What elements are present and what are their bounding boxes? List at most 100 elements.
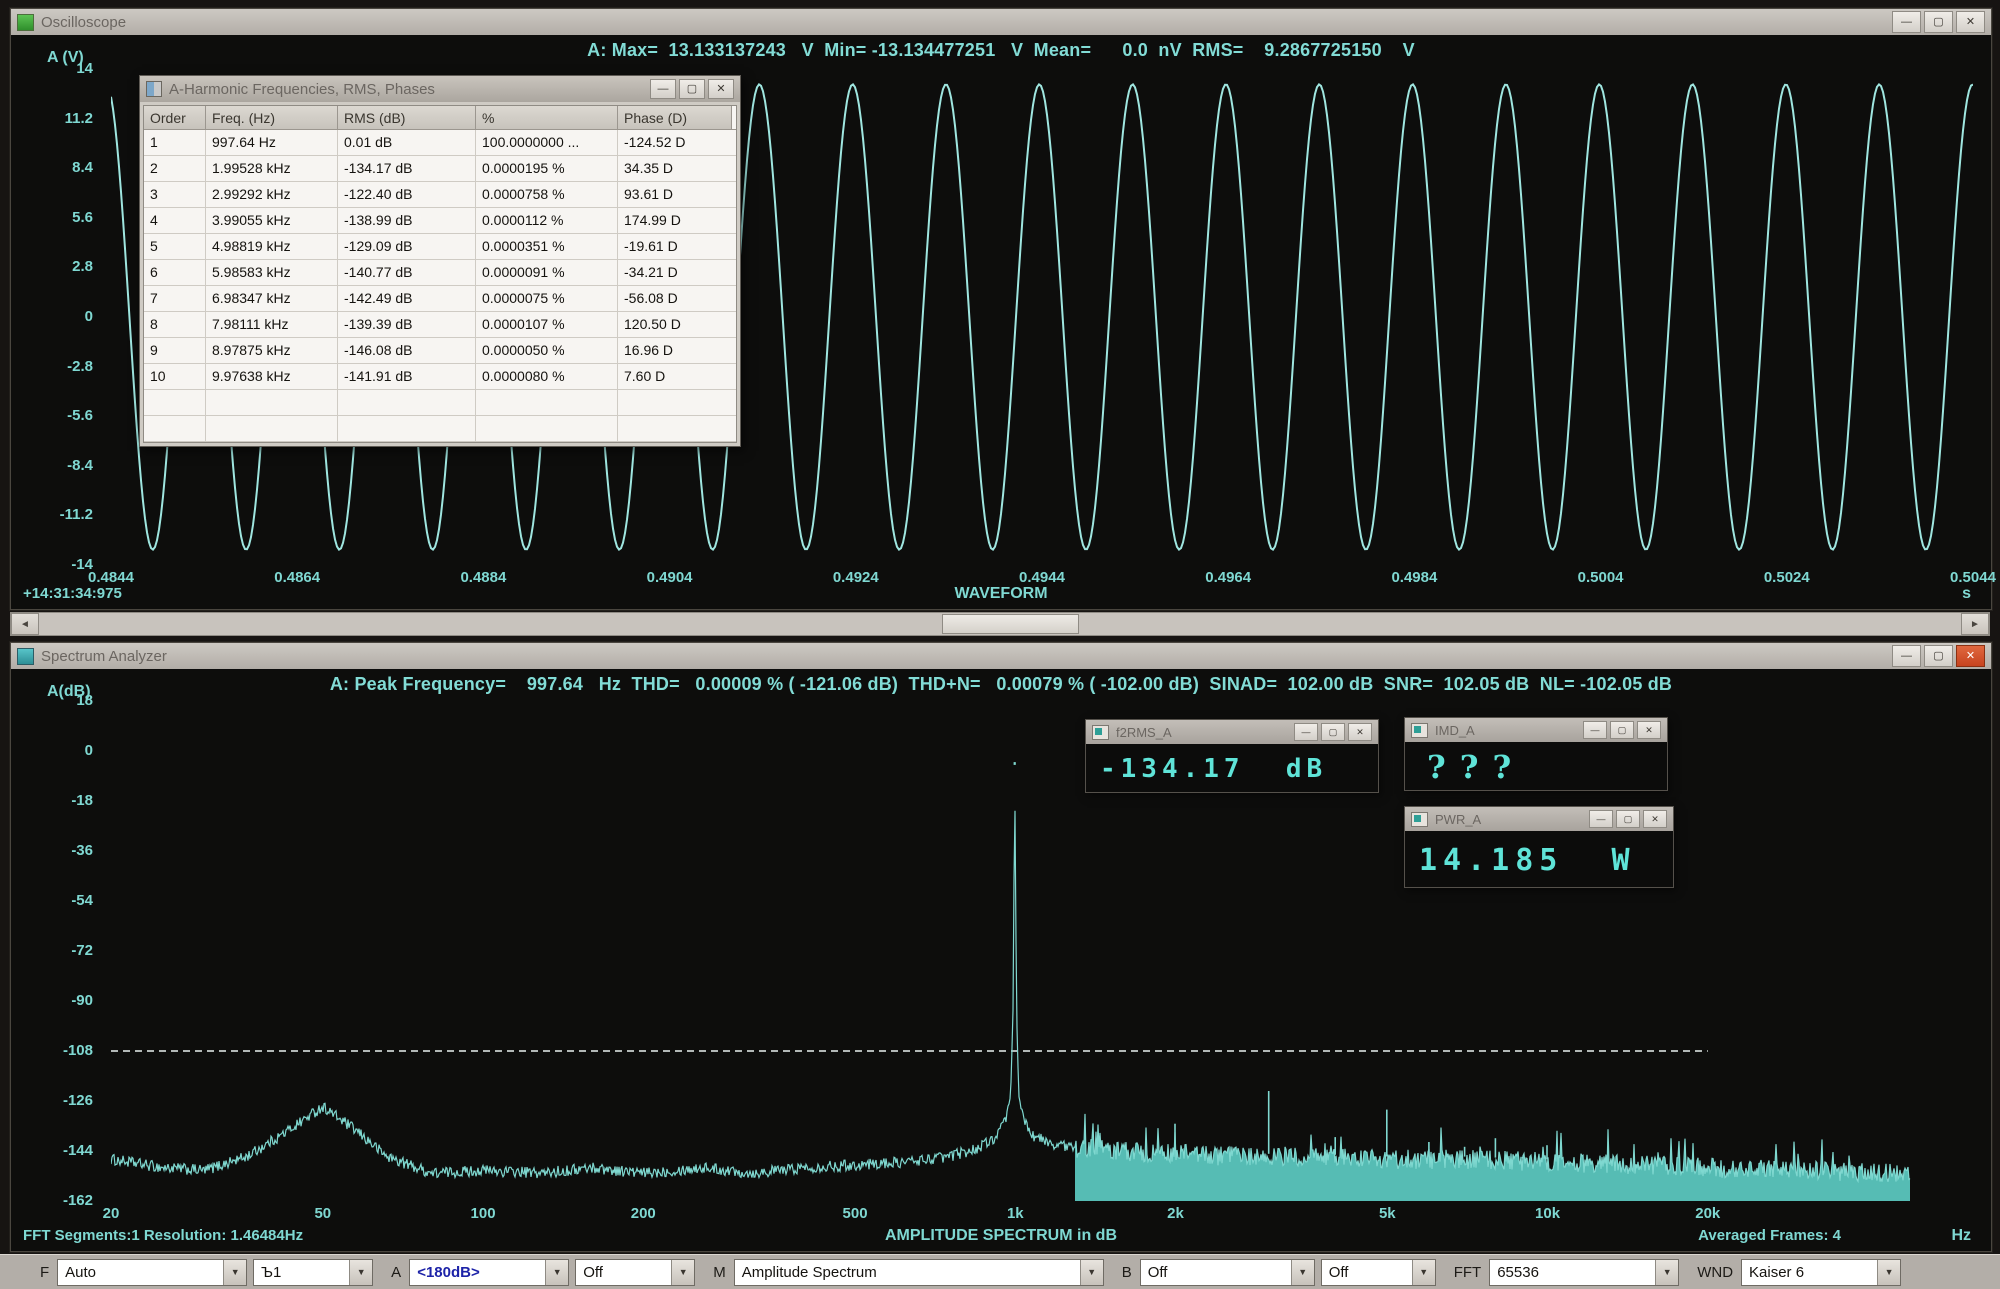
table-row[interactable]: 98.97875 kHz-146.08 dB0.0000050 %16.96 D	[144, 338, 736, 364]
y-tick-label: -36	[71, 842, 93, 859]
spectrum-close-button[interactable]: ✕	[1956, 645, 1985, 667]
x-tick-label: 0.4984	[1369, 569, 1459, 586]
maximize-button[interactable]: ▢	[1924, 11, 1953, 33]
scrollbar-thumb[interactable]	[942, 614, 1079, 634]
f2rms-minimize-button[interactable]: —	[1294, 723, 1318, 741]
spectrum-stats: A: Peak Frequency= 997.64 Hz THD= 0.0000…	[11, 669, 1991, 699]
x-tick-label: 200	[598, 1205, 688, 1222]
chevron-down-icon[interactable]: ▼	[223, 1260, 246, 1285]
spectrum-bottom-row: FFT Segments:1 Resolution: 1.46484Hz AMP…	[11, 1227, 1991, 1249]
close-button[interactable]: ✕	[1956, 11, 1985, 33]
horizontal-scrollbar[interactable]: ◄ ►	[10, 612, 1990, 636]
table-cell: 93.61 D	[618, 182, 732, 207]
amplitude-spectrum-label: AMPLITUDE SPECTRUM in dB	[11, 1227, 1991, 1245]
pwr-minimize-button[interactable]: —	[1589, 810, 1613, 828]
table-row[interactable]: 1997.64 Hz0.01 dB100.0000000 ...-124.52 …	[144, 130, 736, 156]
x-tick-label: 50	[278, 1205, 368, 1222]
display-mode-combo[interactable]: Amplitude Spectrum ▼	[734, 1259, 1104, 1286]
table-row[interactable]: 76.98347 kHz-142.49 dB0.0000075 %-56.08 …	[144, 286, 736, 312]
ddp-meter-icon	[1411, 812, 1428, 827]
table-cell	[144, 390, 206, 415]
spectrum-plot[interactable]	[111, 701, 1973, 1201]
table-row[interactable]	[144, 390, 736, 416]
table-row[interactable]: 54.98819 kHz-129.09 dB0.0000351 %-19.61 …	[144, 234, 736, 260]
pwr-maximize-button[interactable]: ▢	[1616, 810, 1640, 828]
x-tick-label: 0.4924	[811, 569, 901, 586]
chevron-down-icon[interactable]: ▼	[1877, 1260, 1900, 1285]
f2rms-titlebar[interactable]: f2RMS_A — ▢ ✕	[1086, 720, 1378, 744]
spectrum-titlebar[interactable]: Spectrum Analyzer — ▢ ✕	[11, 643, 1991, 669]
chevron-down-icon[interactable]: ▼	[1412, 1260, 1435, 1285]
screen: Oscilloscope — ▢ ✕ A: Max= 13.133137243 …	[0, 0, 2000, 1289]
imd-close-button[interactable]: ✕	[1637, 721, 1661, 739]
b-filter-combo[interactable]: Off ▼	[1321, 1259, 1436, 1286]
table-cell: 0.0000091 %	[476, 260, 618, 285]
minimize-button[interactable]: —	[1892, 11, 1921, 33]
table-row[interactable]: 109.97638 kHz-141.91 dB0.0000080 %7.60 D	[144, 364, 736, 390]
table-row[interactable]: 32.99292 kHz-122.40 dB0.0000758 %93.61 D	[144, 182, 736, 208]
chevron-down-icon[interactable]: ▼	[671, 1260, 694, 1285]
y-tick-label: -2.8	[67, 358, 93, 375]
table-cell: -122.40 dB	[338, 182, 476, 207]
oscilloscope-window: Oscilloscope — ▢ ✕ A: Max= 13.133137243 …	[10, 8, 1992, 610]
trigger-source-value: Ъ1	[254, 1264, 349, 1281]
chevron-down-icon[interactable]: ▼	[1291, 1260, 1314, 1285]
spectrum-noise-band	[1075, 1114, 1910, 1201]
table-cell	[476, 416, 618, 441]
table-row[interactable]	[144, 416, 736, 442]
fft-size-combo[interactable]: 65536 ▼	[1489, 1259, 1679, 1286]
b-filter-value: Off	[1322, 1264, 1412, 1281]
imd-titlebar[interactable]: IMD_A — ▢ ✕	[1405, 718, 1667, 742]
scroll-left-icon[interactable]: ◄	[11, 613, 39, 635]
table-cell: 0.0000080 %	[476, 364, 618, 389]
scroll-right-icon[interactable]: ►	[1961, 613, 1989, 635]
pwr-titlebar[interactable]: PWR_A — ▢ ✕	[1405, 807, 1673, 831]
table-cell: 0.0000351 %	[476, 234, 618, 259]
dialog-minimize-button[interactable]: —	[650, 79, 676, 99]
table-row[interactable]: 21.99528 kHz-134.17 dB0.0000195 %34.35 D	[144, 156, 736, 182]
trigger-source-combo[interactable]: Ъ1 ▼	[253, 1259, 373, 1286]
chevron-down-icon[interactable]: ▼	[1655, 1260, 1678, 1285]
x-tick-label: 100	[438, 1205, 528, 1222]
fft-size-value: 65536	[1490, 1264, 1655, 1281]
x-tick-label: 1k	[970, 1205, 1060, 1222]
table-row[interactable]: 43.99055 kHz-138.99 dB0.0000112 %174.99 …	[144, 208, 736, 234]
chevron-down-icon[interactable]: ▼	[545, 1260, 568, 1285]
spectrum-svg	[111, 701, 1973, 1201]
scrollbar-track[interactable]	[39, 613, 1961, 635]
imd-minimize-button[interactable]: —	[1583, 721, 1607, 739]
b-channel-combo[interactable]: Off ▼	[1140, 1259, 1315, 1286]
imd-maximize-button[interactable]: ▢	[1610, 721, 1634, 739]
x-unit-label: s	[1962, 585, 1971, 603]
table-cell: -138.99 dB	[338, 208, 476, 233]
window-function-combo[interactable]: Kaiser 6 ▼	[1741, 1259, 1901, 1286]
chevron-down-icon[interactable]: ▼	[349, 1260, 372, 1285]
spectrum-analyzer-window: Spectrum Analyzer — ▢ ✕ A: Peak Frequenc…	[10, 642, 1992, 1252]
table-cell: -141.91 dB	[338, 364, 476, 389]
dialog-maximize-button[interactable]: ▢	[679, 79, 705, 99]
table-row[interactable]: 65.98583 kHz-140.77 dB0.0000091 %-34.21 …	[144, 260, 736, 286]
dialog-close-button[interactable]: ✕	[708, 79, 734, 99]
f-mode-combo[interactable]: Auto ▼	[57, 1259, 247, 1286]
pwr-close-button[interactable]: ✕	[1643, 810, 1667, 828]
harmonics-dialog-titlebar[interactable]: A-Harmonic Frequencies, RMS, Phases — ▢ …	[140, 76, 740, 102]
a-filter-combo[interactable]: Off ▼	[575, 1259, 695, 1286]
spectrum-minimize-button[interactable]: —	[1892, 645, 1921, 667]
a-range-combo[interactable]: <180dB> ▼	[409, 1259, 569, 1286]
table-cell: -34.21 D	[618, 260, 732, 285]
f2rms-maximize-button[interactable]: ▢	[1321, 723, 1345, 741]
f2rms-close-button[interactable]: ✕	[1348, 723, 1372, 741]
y-tick-label: -90	[71, 992, 93, 1009]
chevron-down-icon[interactable]: ▼	[1080, 1260, 1103, 1285]
spectrum-y-ticks: 180-18-36-54-72-90-108-126-144-162	[11, 643, 103, 1251]
table-cell: 0.0000075 %	[476, 286, 618, 311]
table-row[interactable]: 87.98111 kHz-139.39 dB0.0000107 %120.50 …	[144, 312, 736, 338]
table-cell: 8.97875 kHz	[206, 338, 338, 363]
oscilloscope-titlebar[interactable]: Oscilloscope — ▢ ✕	[11, 9, 1991, 35]
ddp-meter-icon	[1411, 723, 1428, 738]
spectrum-maximize-button[interactable]: ▢	[1924, 645, 1953, 667]
y-tick-label: -54	[71, 892, 93, 909]
table-cell: 7	[144, 286, 206, 311]
b-channel-value: Off	[1141, 1264, 1291, 1281]
x-tick-label: 0.4944	[997, 569, 1087, 586]
